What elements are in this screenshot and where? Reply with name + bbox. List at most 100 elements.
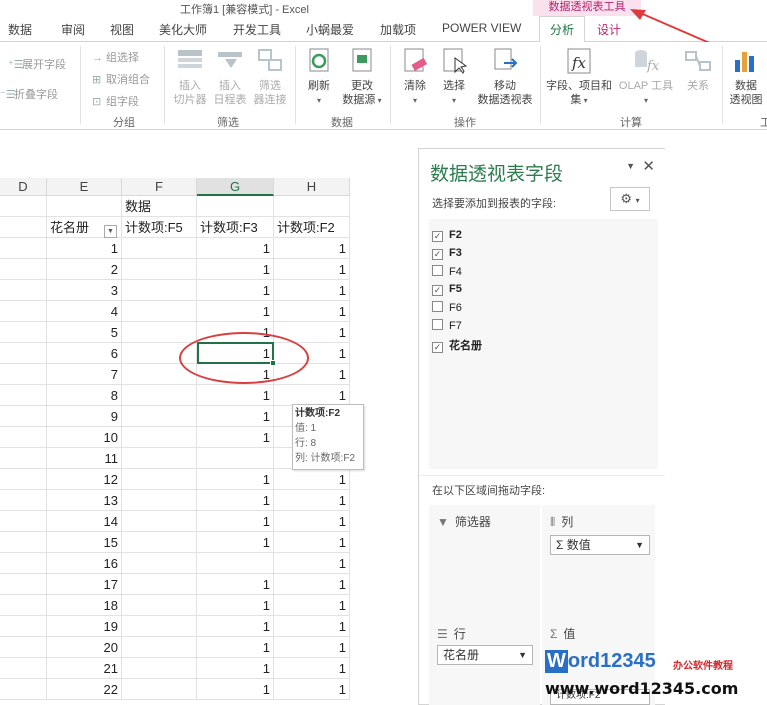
count-f3-cell[interactable]: 1 [197,532,274,553]
checkbox-icon[interactable] [432,265,443,276]
collapse-field-button[interactable]: ⁻☰折叠字段 [0,86,58,102]
count-f5-cell[interactable] [122,679,197,700]
count-f3-cell[interactable]: 1 [197,637,274,658]
cell-d[interactable] [0,448,47,469]
count-f5-cell[interactable] [122,532,197,553]
checkbox-checked-icon[interactable]: ✓ [432,231,443,242]
cell-d[interactable] [0,658,47,679]
count-f2-cell[interactable]: 1 [274,595,350,616]
count-f5-cell[interactable] [122,595,197,616]
count-f3-cell[interactable]: 1 [197,259,274,280]
cell-d[interactable] [0,469,47,490]
group-selection-button[interactable]: → 组选择 [92,49,139,65]
cell-d[interactable] [0,637,47,658]
count-f3-cell[interactable]: 1 [197,301,274,322]
change-data-source-button[interactable]: 更改 数据源 ▾ [338,46,386,108]
row-label-cell[interactable]: 10 [47,427,122,448]
checkbox-icon[interactable] [432,319,443,330]
cell-h[interactable] [274,196,350,217]
clear-button[interactable]: 清除 ▾ [397,46,433,108]
column-header-g[interactable]: G [197,178,274,196]
column-header-h[interactable]: H [274,178,350,196]
cell-d[interactable] [0,553,47,574]
row-label-cell[interactable]: 1 [47,238,122,259]
rows-roster-chip[interactable]: 花名册 ▼ [437,645,533,665]
field-item-f2[interactable]: ✓ F2 [432,229,462,242]
row-label-cell[interactable]: 12 [47,469,122,490]
count-f3-cell[interactable]: 1 [197,574,274,595]
cell-d[interactable] [0,322,47,343]
count-f5-cell[interactable] [122,553,197,574]
count-f5-header[interactable]: 计数项:F5 [122,217,197,238]
count-f2-cell[interactable]: 1 [274,658,350,679]
count-f5-cell[interactable] [122,574,197,595]
group-field-button[interactable]: ⊡ 组字段 [92,93,139,109]
count-f2-cell[interactable]: 1 [274,385,350,406]
row-label-cell[interactable]: 16 [47,553,122,574]
field-item-f4[interactable]: F4 [432,265,462,278]
close-icon[interactable]: ✕ [642,157,655,175]
row-label-cell[interactable]: 13 [47,490,122,511]
cell-e[interactable] [47,196,122,217]
cell-d[interactable] [0,196,47,217]
count-f5-cell[interactable] [122,469,197,490]
field-item-roster[interactable]: ✓ 花名册 [432,337,482,353]
cell-d[interactable] [0,301,47,322]
count-f2-cell[interactable]: 1 [274,490,350,511]
tab-developer[interactable]: 开发工具 [233,21,281,38]
row-label-cell[interactable]: 4 [47,301,122,322]
count-f5-cell[interactable] [122,511,197,532]
pane-options-chevron-icon[interactable]: ▼ [626,161,635,171]
fields-items-sets-button[interactable]: fx 字段、项目和 集 ▾ [543,46,615,108]
count-f3-cell[interactable]: 1 [197,406,274,427]
cell-g[interactable] [197,196,274,217]
ungroup-button[interactable]: ⊞ 取消组合 [92,71,150,87]
count-f3-cell[interactable]: 1 [197,595,274,616]
cell-d[interactable] [0,427,47,448]
count-f2-cell[interactable]: 1 [274,511,350,532]
count-f3-cell[interactable]: 1 [197,238,274,259]
count-f3-cell[interactable] [197,553,274,574]
row-label-cell[interactable]: 22 [47,679,122,700]
count-f2-cell[interactable]: 1 [274,679,350,700]
count-f2-cell[interactable]: 1 [274,259,350,280]
move-pivot-button[interactable]: 移动 数据透视表 [474,46,536,107]
count-f5-cell[interactable] [122,280,197,301]
filter-connections-button[interactable]: 筛选 器连接 [250,46,290,107]
field-item-f6[interactable]: F6 [432,301,462,314]
count-f3-cell[interactable]: 1 [197,616,274,637]
cell-d[interactable] [0,616,47,637]
column-header-e[interactable]: E [47,178,122,196]
count-f2-header[interactable]: 计数项:F2 [274,217,350,238]
row-label-cell[interactable]: 18 [47,595,122,616]
count-f3-cell[interactable]: 1 [197,490,274,511]
relationships-button[interactable]: 关系 [678,46,718,93]
checkbox-icon[interactable] [432,301,443,312]
count-f2-cell[interactable]: 1 [274,238,350,259]
select-button[interactable]: 选择 ▾ [436,46,472,108]
row-label-cell[interactable]: 7 [47,364,122,385]
cell-d[interactable] [0,259,47,280]
count-f2-cell[interactable]: 1 [274,532,350,553]
cell-d[interactable] [0,511,47,532]
cell-d[interactable] [0,217,47,238]
field-item-f5[interactable]: ✓ F5 [432,283,462,296]
count-f5-cell[interactable] [122,238,197,259]
count-f5-cell[interactable] [122,322,197,343]
tab-power-view[interactable]: POWER VIEW [442,21,521,35]
pane-settings-button[interactable]: ⚙ ▾ [610,187,650,211]
row-label-cell[interactable]: 8 [47,385,122,406]
row-label-cell[interactable]: 20 [47,637,122,658]
cell-d[interactable] [0,679,47,700]
pivot-values-header[interactable]: 数据 [122,196,197,217]
cell-d[interactable] [0,364,47,385]
cell-d[interactable] [0,385,47,406]
row-label-cell[interactable]: 9 [47,406,122,427]
tab-analyze[interactable]: 分析 [539,16,586,43]
tab-meihua[interactable]: 美化大师 [159,21,207,38]
cell-d[interactable] [0,280,47,301]
row-label-cell[interactable]: 3 [47,280,122,301]
row-label-cell[interactable]: 14 [47,511,122,532]
insert-slicer-button[interactable]: 插入 切片器 [170,46,210,107]
count-f2-cell[interactable]: 1 [274,280,350,301]
